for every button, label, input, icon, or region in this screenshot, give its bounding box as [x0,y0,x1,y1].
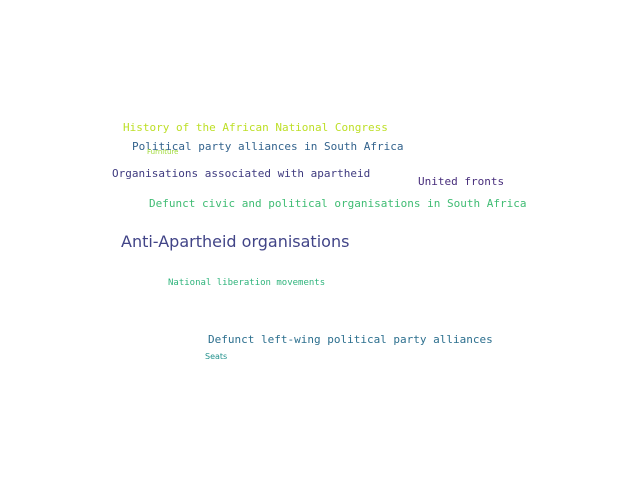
word-anti-apartheid-organisations: Anti-Apartheid organisations [121,232,350,251]
word-seats: Seats [205,352,228,361]
word-defunct-left-wing-alliances: Defunct left-wing political party allian… [208,333,493,346]
word-united-fronts: United fronts [418,175,505,188]
word-defunct-civic-political-organisations: Defunct civic and political organisation… [149,197,527,210]
word-national-liberation-movements: National liberation movements [168,278,326,288]
word-cloud: Anti-Apartheid organisations Defunct civ… [0,0,640,480]
word-organisations-apartheid: Organisations associated with apartheid [112,167,371,180]
word-furniture: Furniture [147,148,179,156]
word-history-anc: History of the African National Congress [123,121,388,134]
